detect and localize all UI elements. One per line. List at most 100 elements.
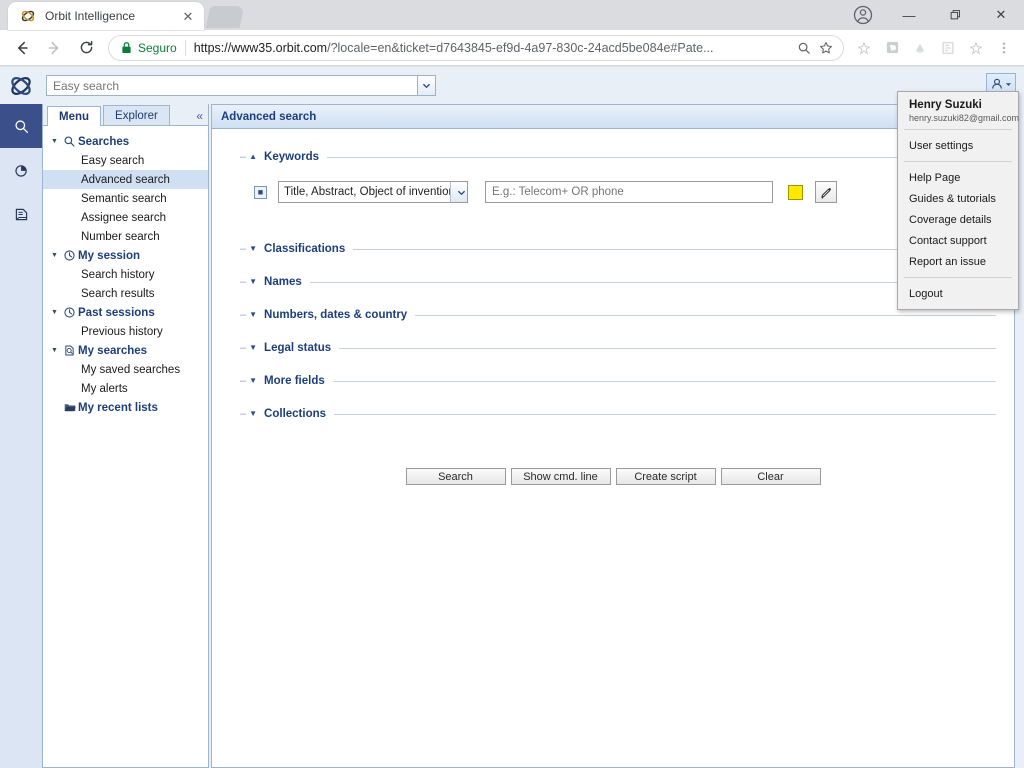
highlight-color-swatch[interactable] bbox=[788, 184, 803, 200]
twisty-icon[interactable]: ▼ bbox=[51, 252, 61, 259]
drive-icon[interactable] bbox=[907, 35, 933, 61]
window-close-button[interactable]: ✕ bbox=[978, 0, 1024, 30]
sidebar-group-my-recent-lists[interactable]: My recent lists bbox=[43, 398, 208, 417]
orbit-logo-icon bbox=[0, 67, 42, 104]
tab-explorer[interactable]: Explorer bbox=[103, 105, 170, 125]
user-avatar-icon bbox=[992, 78, 1002, 89]
bookmark-star-icon[interactable] bbox=[817, 41, 835, 55]
browser-tab-title: Orbit Intelligence bbox=[45, 9, 136, 23]
rail-search-icon[interactable] bbox=[0, 104, 42, 148]
sidebar-item-number-search[interactable]: Number search bbox=[43, 227, 208, 246]
section-numbers-dates-country[interactable]: – ▼ Numbers, dates & country bbox=[240, 305, 996, 325]
keyword-field-select[interactable]: Title, Abstract, Object of invention, A bbox=[278, 181, 468, 203]
menu-item-contact-support[interactable]: Contact support bbox=[898, 230, 1018, 251]
sidebar-item-previous-history[interactable]: Previous history bbox=[43, 322, 208, 341]
search-button[interactable]: Search bbox=[405, 468, 506, 485]
star-extension-icon[interactable] bbox=[851, 35, 877, 61]
expand-plus-icon[interactable]: ■ bbox=[254, 185, 267, 199]
section-label: Keywords bbox=[264, 151, 320, 163]
chevron-down-icon[interactable]: ▼ bbox=[249, 278, 257, 286]
section-keywords[interactable]: – ▲ Keywords bbox=[240, 147, 996, 167]
sidebar-item-easy-search[interactable]: Easy search bbox=[43, 151, 208, 170]
menu-item-guides-tutorials[interactable]: Guides & tutorials bbox=[898, 188, 1018, 209]
profile-avatar-icon[interactable] bbox=[852, 4, 874, 26]
section-rule bbox=[327, 156, 996, 158]
chevron-down-icon[interactable]: ▼ bbox=[249, 410, 257, 418]
section-legal-status[interactable]: – ▼ Legal status bbox=[240, 338, 996, 358]
section-classifications[interactable]: – ▼ Classifications bbox=[240, 239, 996, 259]
section-names[interactable]: – ▼ Names bbox=[240, 272, 996, 292]
chevron-down-icon[interactable]: ▼ bbox=[249, 344, 257, 352]
reload-icon[interactable] bbox=[72, 34, 100, 62]
address-bar[interactable]: Seguro https://www35.orbit.com/?locale=e… bbox=[108, 34, 844, 61]
easy-search-box[interactable] bbox=[46, 75, 436, 96]
pdf-icon[interactable] bbox=[935, 35, 961, 61]
twisty-icon[interactable]: ▼ bbox=[51, 138, 61, 145]
chevron-down-icon[interactable]: ▼ bbox=[249, 377, 257, 385]
sidebar-item-assignee-search[interactable]: Assignee search bbox=[43, 208, 208, 227]
close-icon[interactable]: ✕ bbox=[180, 8, 196, 24]
twisty-icon[interactable]: ▼ bbox=[51, 309, 61, 316]
star2-icon[interactable] bbox=[963, 35, 989, 61]
chevron-down-icon[interactable] bbox=[417, 76, 435, 95]
section-dash: – bbox=[240, 408, 247, 420]
twisty-icon[interactable]: ▼ bbox=[51, 347, 61, 354]
pocket-icon[interactable] bbox=[879, 35, 905, 61]
menu-item-help-page[interactable]: Help Page bbox=[898, 167, 1018, 188]
section-collections[interactable]: – ▼ Collections bbox=[240, 404, 996, 424]
user-menu-header: Henry Suzuki henry.suzuki82@gmail.com bbox=[898, 92, 1019, 129]
page-title: Advanced search bbox=[212, 105, 1014, 129]
sidebar-item-search-results[interactable]: Search results bbox=[43, 284, 208, 303]
section-dash: – bbox=[240, 309, 247, 321]
menu-item-coverage-details[interactable]: Coverage details bbox=[898, 209, 1018, 230]
sidebar-item-semantic-search[interactable]: Semantic search bbox=[43, 189, 208, 208]
search-zoom-icon[interactable] bbox=[795, 41, 813, 55]
sidebar-item-advanced-search[interactable]: Advanced search bbox=[43, 170, 208, 189]
sidebar-group-my-searches[interactable]: ▼ My searches bbox=[43, 341, 208, 360]
clock-icon bbox=[61, 249, 78, 262]
collapse-left-icon[interactable]: « bbox=[196, 110, 203, 122]
rail-pie-chart-icon[interactable] bbox=[0, 148, 42, 192]
section-label: Numbers, dates & country bbox=[264, 309, 408, 321]
sidebar-group-label: My session bbox=[78, 249, 140, 262]
easy-search-input[interactable] bbox=[47, 76, 417, 95]
sidebar-item-my-saved-searches[interactable]: My saved searches bbox=[43, 360, 208, 379]
browser-tab[interactable]: Orbit Intelligence ✕ bbox=[8, 2, 204, 30]
new-tab-icon[interactable] bbox=[205, 6, 245, 28]
chevron-up-icon[interactable]: ▲ bbox=[249, 153, 257, 161]
magnifier-icon bbox=[61, 135, 78, 148]
omnibox-divider bbox=[184, 39, 186, 56]
tab-menu[interactable]: Menu bbox=[47, 106, 102, 126]
back-arrow-icon[interactable] bbox=[8, 34, 36, 62]
show-cmd-line-button[interactable]: Show cmd. line bbox=[510, 468, 611, 485]
chevron-down-icon[interactable] bbox=[450, 182, 467, 202]
keyword-query-input[interactable] bbox=[485, 181, 773, 203]
chevron-down-icon[interactable]: ▼ bbox=[249, 311, 257, 319]
sidebar-tree: ▼ Searches Easy search Advanced search S… bbox=[43, 126, 208, 417]
sidebar-tabstrip: Menu Explorer « bbox=[43, 104, 208, 126]
pencil-wand-icon[interactable] bbox=[815, 181, 837, 203]
section-dash: – bbox=[240, 342, 247, 354]
browser-toolbar: Seguro https://www35.orbit.com/?locale=e… bbox=[0, 30, 1024, 66]
rail-document-icon[interactable] bbox=[0, 192, 42, 236]
section-more-fields[interactable]: – ▼ More fields bbox=[240, 371, 996, 391]
section-rule bbox=[332, 380, 996, 382]
clear-button[interactable]: Clear bbox=[720, 468, 821, 485]
sidebar-item-search-history[interactable]: Search history bbox=[43, 265, 208, 284]
menu-item-logout[interactable]: Logout bbox=[898, 283, 1018, 304]
section-rule bbox=[309, 281, 996, 283]
chevron-down-icon[interactable]: ▼ bbox=[249, 245, 257, 253]
sidebar-group-searches[interactable]: ▼ Searches bbox=[43, 132, 208, 151]
sidebar-group-my-session[interactable]: ▼ My session bbox=[43, 246, 208, 265]
create-script-button[interactable]: Create script bbox=[615, 468, 716, 485]
sidebar-item-my-alerts[interactable]: My alerts bbox=[43, 379, 208, 398]
menu-dots-icon[interactable] bbox=[991, 35, 1017, 61]
user-name: Henry Suzuki bbox=[909, 99, 982, 111]
menu-item-user-settings[interactable]: User settings bbox=[898, 135, 1018, 156]
maximize-button[interactable] bbox=[932, 0, 978, 30]
sidebar-group-past-sessions[interactable]: ▼ Past sessions bbox=[43, 303, 208, 322]
menu-item-report-an-issue[interactable]: Report an issue bbox=[898, 251, 1018, 272]
user-dropdown-menu: Henry Suzuki henry.suzuki82@gmail.com Us… bbox=[897, 91, 1019, 310]
chevron-down-icon bbox=[1005, 82, 1012, 86]
minimize-button[interactable]: — bbox=[886, 0, 932, 30]
